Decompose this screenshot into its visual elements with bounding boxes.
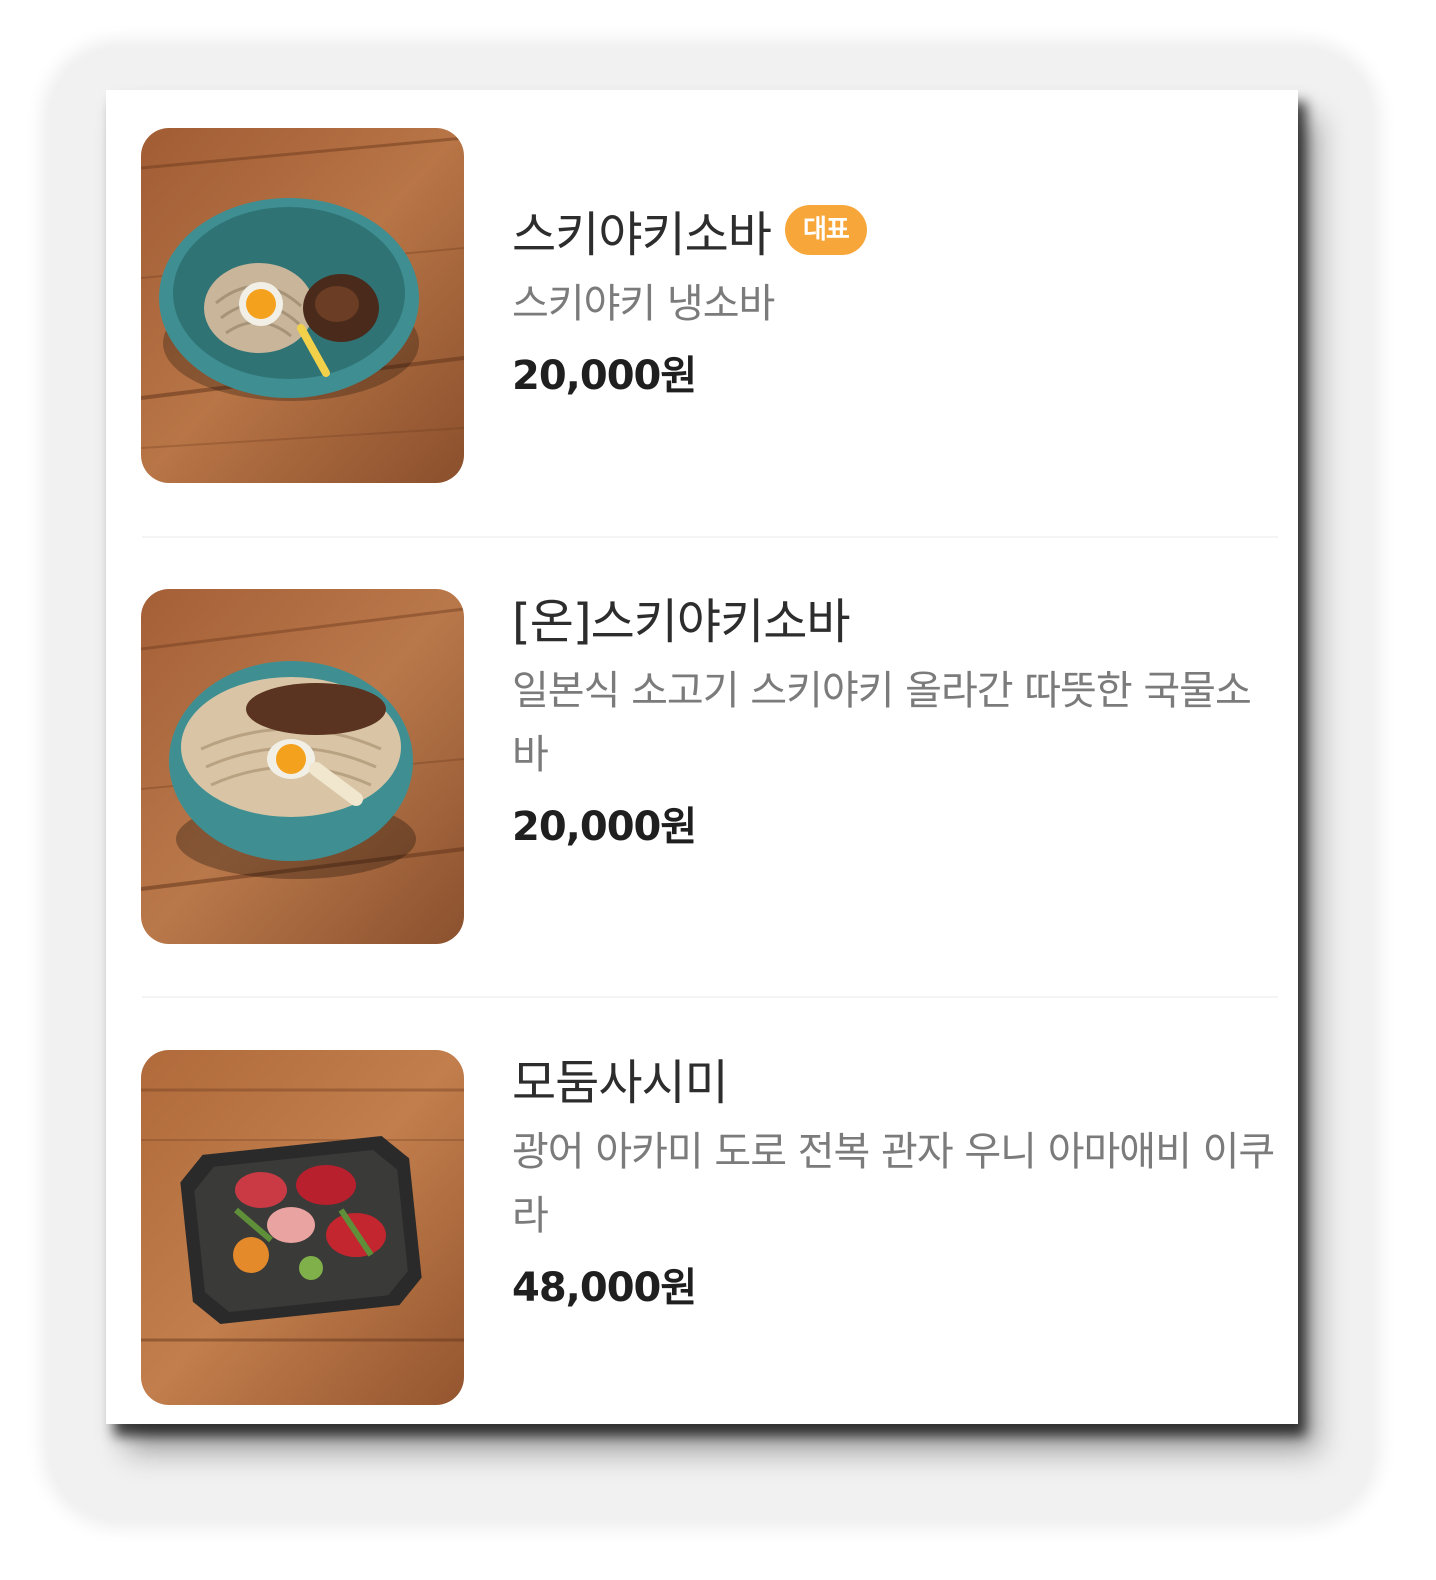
menu-item-photo[interactable] (141, 128, 464, 483)
menu-item-name-row: 모둠사시미 (512, 1040, 1282, 1116)
sukiyaki-cold-soba-photo (141, 128, 464, 483)
menu-item-assorted-sashimi[interactable]: 모둠사시미 광어 아카미 도로 전복 관자 우니 아마애비 이쿠라 48,000… (106, 1012, 1298, 1424)
menu-item-info: 스키야키소바 대표 스키야키 냉소바 20,000원 (512, 192, 1282, 408)
menu-item-description: 일본식 소고기 스키야키 올라간 따뜻한 국물소바 (512, 668, 1252, 778)
sukiyaki-hot-soba-photo (141, 589, 464, 944)
menu-item-photo[interactable] (141, 589, 464, 944)
menu-item-name: 모둠사시미 (512, 1055, 729, 1111)
menu-item-description: 스키야키 냉소바 (512, 281, 775, 327)
menu-item-name: [온]스키야키소바 (512, 594, 851, 650)
menu-item-name-row: 스키야키소바 대표 (512, 192, 1282, 268)
menu-item-info: 모둠사시미 광어 아카미 도로 전복 관자 우니 아마애비 이쿠라 48,000… (512, 1040, 1282, 1320)
divider (142, 536, 1278, 538)
menu-item-info: [온]스키야키소바 일본식 소고기 스키야키 올라간 따뜻한 국물소바 20,0… (512, 579, 1282, 859)
divider (142, 996, 1278, 998)
menu-item-hot-sukiyaki-soba[interactable]: [온]스키야키소바 일본식 소고기 스키야키 올라간 따뜻한 국물소바 20,0… (106, 551, 1298, 1012)
menu-item-sukiyaki-soba[interactable]: 스키야키소바 대표 스키야키 냉소바 20,000원 (106, 90, 1298, 538)
menu-item-name-row: [온]스키야키소바 (512, 579, 1282, 655)
signature-badge: 대표 (784, 205, 867, 255)
menu-item-price: 48,000원 (512, 1265, 697, 1311)
menu-item-photo[interactable] (141, 1050, 464, 1405)
menu-list: 스키야키소바 대표 스키야키 냉소바 20,000원 [온]스키야키소바 일본식… (106, 90, 1298, 1424)
menu-item-name: 스키야키소바 (512, 207, 772, 263)
menu-item-price: 20,000원 (512, 804, 697, 850)
assorted-sashimi-photo (141, 1050, 464, 1405)
menu-item-price: 20,000원 (512, 353, 697, 399)
menu-item-description: 광어 아카미 도로 전복 관자 우니 아마애비 이쿠라 (512, 1129, 1275, 1239)
